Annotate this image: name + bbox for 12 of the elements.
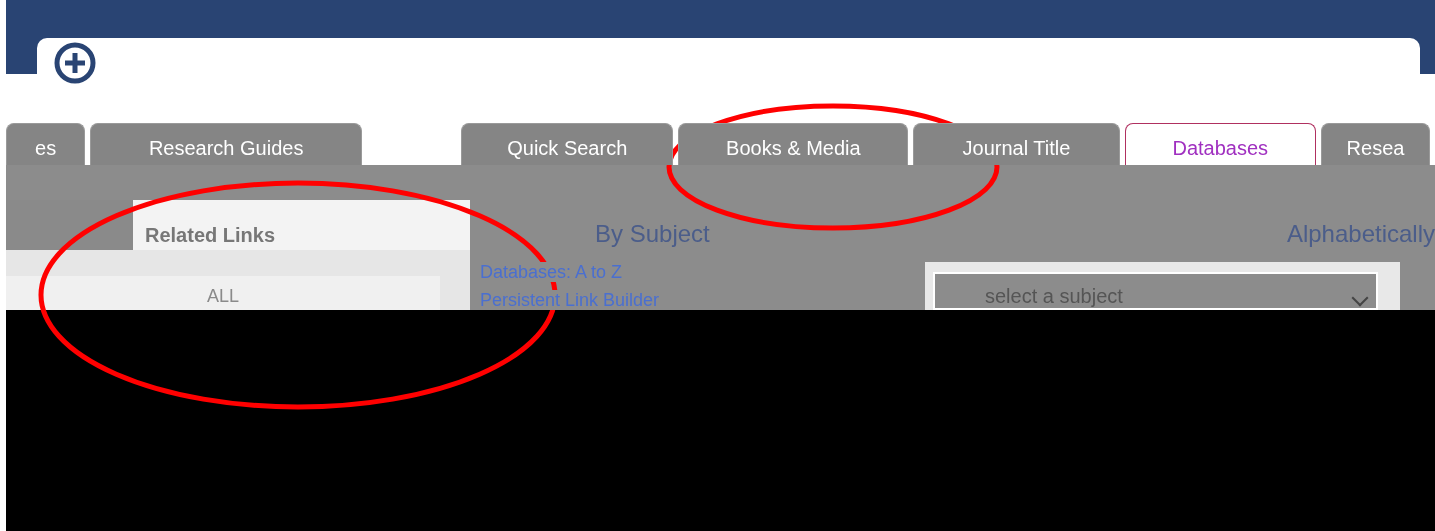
sidebar-heading: Related Links [133, 200, 470, 250]
search-tab[interactable]: Databases [1124, 123, 1316, 165]
sidebar-item[interactable]: ALL [6, 276, 440, 310]
nav-tab[interactable]: es [6, 123, 86, 165]
alphabetically-heading: Alphabetically [1286, 220, 1435, 248]
plus-icon [54, 42, 96, 84]
search-tab[interactable]: Resea [1320, 123, 1430, 165]
nav-tab[interactable]: Research Guides [90, 123, 362, 165]
search-tab[interactable]: Journal Title [913, 123, 1120, 165]
search-tab[interactable]: Books & Media [678, 123, 909, 165]
search-tab[interactable]: Quick Search [461, 123, 674, 165]
by-subject-heading: By Subject [595, 220, 710, 248]
